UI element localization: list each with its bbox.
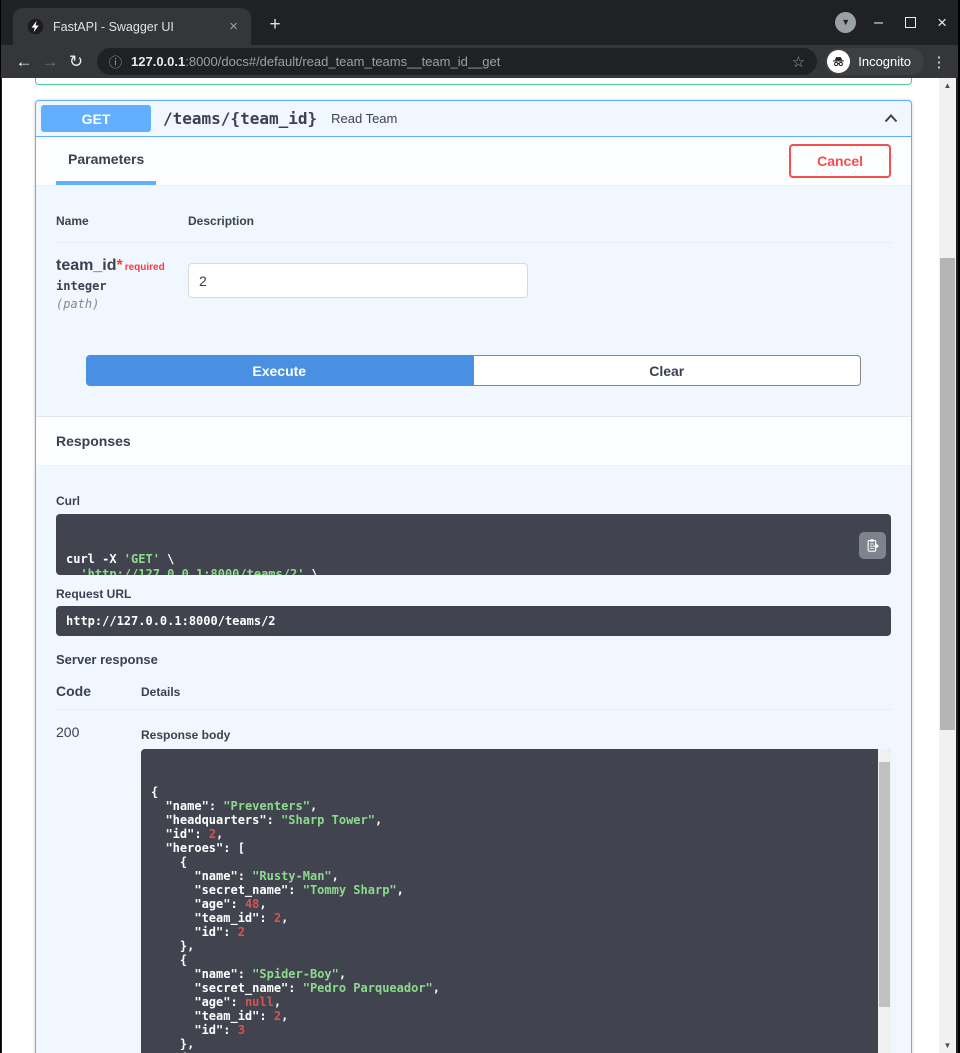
parameter-row: team_id*required integer (path) xyxy=(56,243,891,311)
operation-header[interactable]: GET /teams/{team_id} Read Team xyxy=(36,101,911,137)
parameter-location: (path) xyxy=(56,297,188,311)
response-body-label: Response body xyxy=(141,724,891,742)
clear-button[interactable]: Clear xyxy=(473,355,862,386)
tab-strip: FastAPI - Swagger UI × + ▼ – × xyxy=(1,0,958,45)
close-window-button[interactable]: × xyxy=(934,15,950,31)
status-code: 200 xyxy=(56,724,141,1053)
browser-toolbar: ← → ↻ ⓘ 127.0.0.1:8000/docs#/default/rea… xyxy=(1,45,958,78)
back-icon[interactable]: ← xyxy=(11,52,37,72)
required-asterisk: * xyxy=(116,257,122,274)
site-info-icon[interactable]: ⓘ xyxy=(109,52,122,71)
tab-close-icon[interactable]: × xyxy=(226,19,241,34)
team-id-input[interactable] xyxy=(188,263,528,298)
get-operation-block: GET /teams/{team_id} Read Team Parameter… xyxy=(35,100,912,1053)
incognito-label: Incognito xyxy=(858,54,911,69)
details-column-header: Details xyxy=(141,683,180,699)
operation-summary: Read Team xyxy=(331,111,397,126)
required-label: required xyxy=(125,262,165,273)
operation-path: /teams/{team_id} xyxy=(163,109,317,128)
incognito-icon xyxy=(827,50,850,73)
description-column-header: Description xyxy=(188,214,254,228)
cancel-button[interactable]: Cancel xyxy=(789,144,891,178)
maximize-button[interactable] xyxy=(905,17,916,28)
forward-icon[interactable]: → xyxy=(37,52,63,72)
parameter-value-cell xyxy=(188,257,528,311)
parameters-area: Name Description team_id*required intege… xyxy=(36,214,911,386)
url-text: 127.0.0.1:8000/docs#/default/read_team_t… xyxy=(131,54,784,69)
reload-icon[interactable]: ↻ xyxy=(63,52,89,72)
new-tab-button[interactable]: + xyxy=(263,14,287,38)
parameters-table-header: Name Description xyxy=(56,214,891,243)
parameter-name-cell: team_id*required integer (path) xyxy=(56,257,188,311)
parameter-type: integer xyxy=(56,279,188,293)
method-badge: GET xyxy=(41,105,151,132)
browser-menu-icon[interactable]: ⋮ xyxy=(930,53,948,71)
server-response-label: Server response xyxy=(56,652,891,667)
curl-label: Curl xyxy=(56,494,891,508)
responses-title: Responses xyxy=(56,433,131,449)
window-controls: ▼ – × xyxy=(835,0,950,45)
tab-title: FastAPI - Swagger UI xyxy=(53,20,226,34)
name-column-header: Name xyxy=(56,214,188,228)
tab-parameters[interactable]: Parameters xyxy=(56,137,156,185)
response-body-json: { "name": "Preventers", "headquarters": … xyxy=(151,785,867,1053)
scrollbar-down-icon[interactable]: ▼ xyxy=(939,1038,956,1053)
browser-window: FastAPI - Swagger UI × + ▼ – × ← → ↻ ⓘ 1… xyxy=(0,0,960,1053)
curl-command-block: curl -X 'GET' \ 'http://127.0.0.1:8000/t… xyxy=(56,514,891,575)
scrollbar-up-icon[interactable]: ▲ xyxy=(939,78,956,93)
bookmark-star-icon[interactable]: ☆ xyxy=(792,53,805,71)
browser-tab[interactable]: FastAPI - Swagger UI × xyxy=(13,8,251,45)
response-row: 200 Response body { "name": "Preventers"… xyxy=(56,710,891,1053)
incognito-badge: Incognito xyxy=(825,48,924,75)
previous-post-block-edge xyxy=(35,78,912,85)
code-column-header: Code xyxy=(56,683,141,699)
minimize-button[interactable]: – xyxy=(870,18,887,28)
url-bar[interactable]: ⓘ 127.0.0.1:8000/docs#/default/read_team… xyxy=(97,48,817,75)
response-body-scrollbar[interactable]: ▲ xyxy=(878,749,891,1053)
execute-button[interactable]: Execute xyxy=(86,355,473,386)
parameters-tab-row: Parameters Cancel xyxy=(36,137,911,186)
curl-command-text: curl -X 'GET' \ 'http://127.0.0.1:8000/t… xyxy=(66,552,851,575)
response-scrollbar-thumb[interactable] xyxy=(879,762,890,1007)
response-table-header: Code Details xyxy=(56,683,891,710)
url-path: :8000/docs#/default/read_team_teams__tea… xyxy=(185,54,500,69)
parameter-name: team_id xyxy=(56,257,116,274)
response-body-block: { "name": "Preventers", "headquarters": … xyxy=(141,749,891,1053)
request-url-label: Request URL xyxy=(56,587,891,601)
fastapi-favicon-icon xyxy=(27,18,44,35)
page-scrollbar-thumb[interactable] xyxy=(940,258,955,730)
url-host: 127.0.0.1 xyxy=(131,54,185,69)
execute-row: Execute Clear xyxy=(86,355,861,386)
collapse-chevron-icon[interactable] xyxy=(883,111,899,127)
page-scrollbar[interactable]: ▲ ▼ xyxy=(939,78,956,1053)
copy-to-clipboard-button[interactable] xyxy=(859,532,886,559)
request-url-block: http://127.0.0.1:8000/teams/2 xyxy=(56,606,891,636)
response-details-cell: Response body { "name": "Preventers", "h… xyxy=(141,724,891,1053)
swagger-page: GET /teams/{team_id} Read Team Parameter… xyxy=(2,78,942,1053)
browser-update-icon[interactable]: ▼ xyxy=(835,12,856,33)
responses-section-header: Responses xyxy=(36,416,911,466)
responses-section: Curl curl -X 'GET' \ 'http://127.0.0.1:8… xyxy=(36,466,911,1053)
